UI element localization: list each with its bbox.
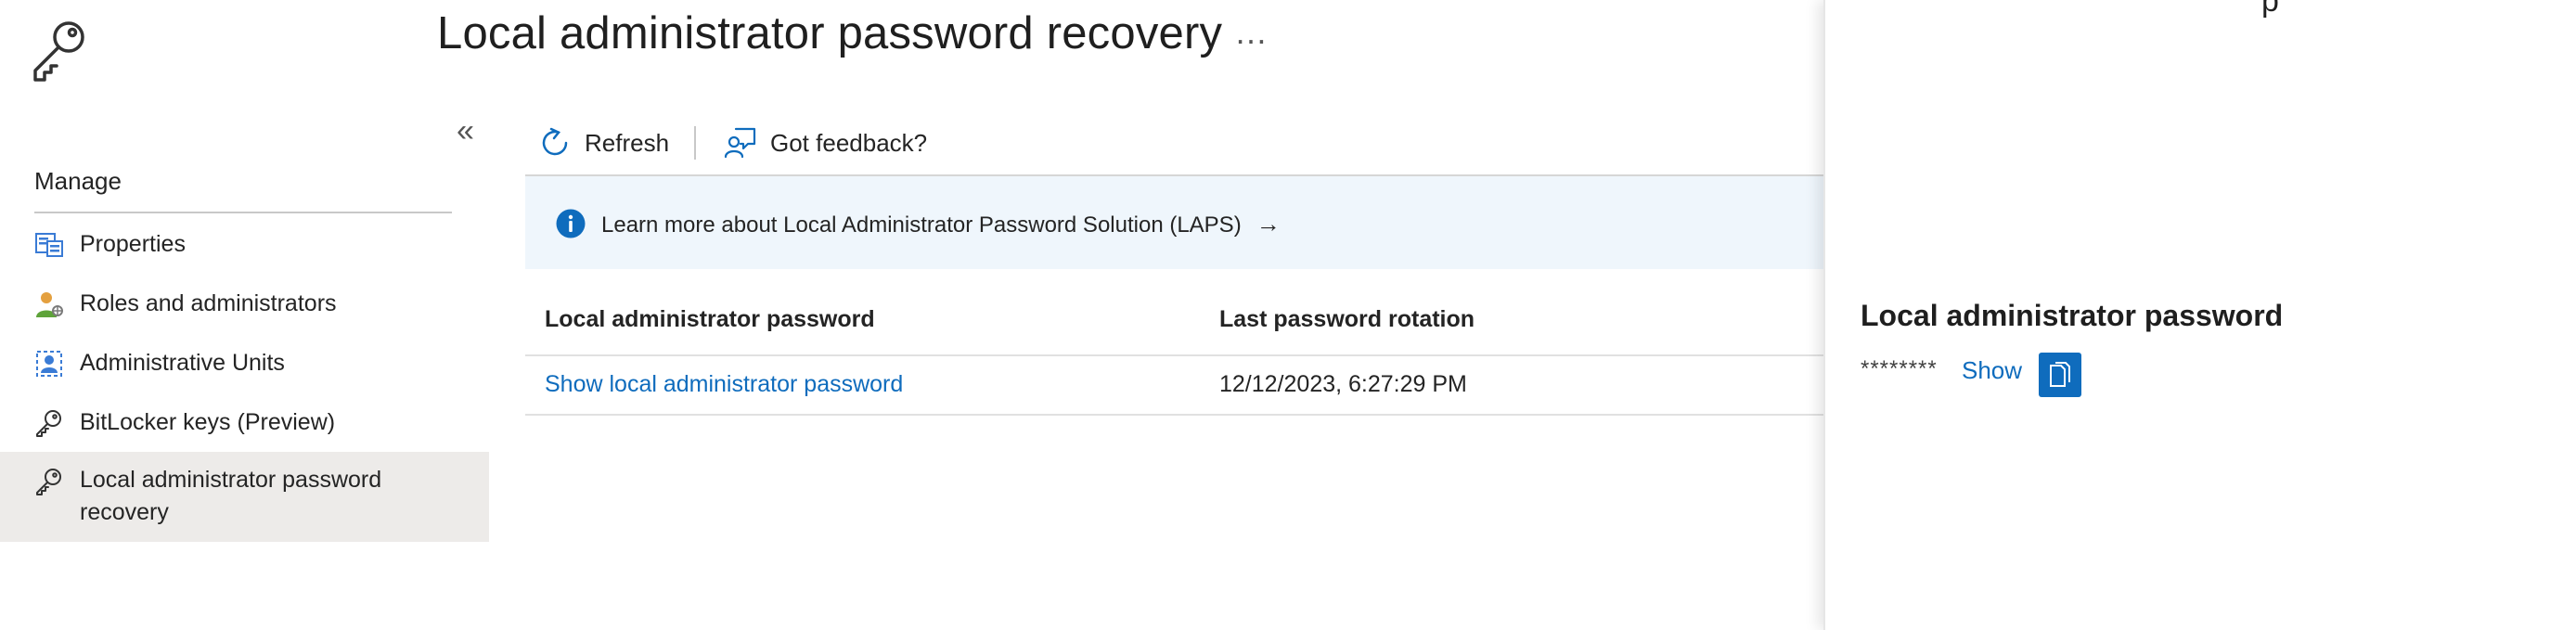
sidebar-item-administrative-units[interactable]: Administrative Units [0,347,489,384]
sidebar-divider [34,212,452,213]
key-icon [34,408,64,438]
sidebar-item-bitlocker-keys[interactable]: BitLocker keys (Preview) [0,406,489,444]
laps-learn-more-link[interactable]: Learn more about Local Administrator Pas… [601,210,1281,238]
sidebar-item-laps-recovery[interactable]: Local administrator password recovery [0,452,489,542]
feedback-label: Got feedback? [770,128,928,157]
roles-icon [34,289,64,319]
table-row-divider [525,414,1824,416]
sidebar-item-label: Properties [80,231,186,257]
refresh-icon [542,127,568,156]
show-password-link[interactable]: Show local administrator password [545,371,903,398]
table-header-divider [525,354,1824,356]
key-icon [34,467,64,496]
admin-units-icon [34,349,64,379]
sidebar-item-label: BitLocker keys (Preview) [80,409,336,435]
key-logo-icon [28,17,93,82]
sidebar-item-label-line2: recovery [80,499,169,525]
sidebar-item-label-line1: Local administrator password [80,467,382,493]
panel-title-fragment: p [2261,0,2279,19]
feedback-icon [724,127,756,159]
sidebar-item-properties[interactable]: Properties [0,228,489,265]
sidebar-item-label: Roles and administrators [80,290,337,316]
copy-icon [2050,362,2070,387]
toolbar-separator [694,126,696,160]
banner-text: Learn more about Local Administrator Pas… [601,212,1242,238]
sidebar-item-roles[interactable]: Roles and administrators [0,288,489,325]
show-password-button[interactable]: Show [1962,356,2022,385]
password-details-panel: p Local administrator password ******** … [1823,0,2576,630]
collapse-sidebar-button[interactable]: « [457,115,474,147]
more-options-button[interactable]: … [1234,13,1269,52]
feedback-button[interactable]: Got feedback? [724,122,927,163]
arrow-right-icon: → [1256,210,1281,238]
info-icon [556,209,586,238]
page-title: Local administrator password recovery [437,8,1223,58]
sidebar-section-title: Manage [34,167,122,195]
panel-heading: Local administrator password [1861,299,2284,332]
last-rotation-value: 12/12/2023, 6:27:29 PM [1219,371,1467,397]
column-header-last-rotation: Last password rotation [1219,306,1475,332]
properties-icon [34,230,64,260]
info-banner: Learn more about Local Administrator Pas… [525,176,1824,269]
refresh-label: Refresh [585,128,670,157]
sidebar-item-label: Administrative Units [80,350,285,376]
refresh-button[interactable]: Refresh [538,122,669,163]
copy-button[interactable] [2039,353,2081,397]
column-header-password: Local administrator password [545,306,875,332]
masked-password: ******** [1861,356,1938,381]
